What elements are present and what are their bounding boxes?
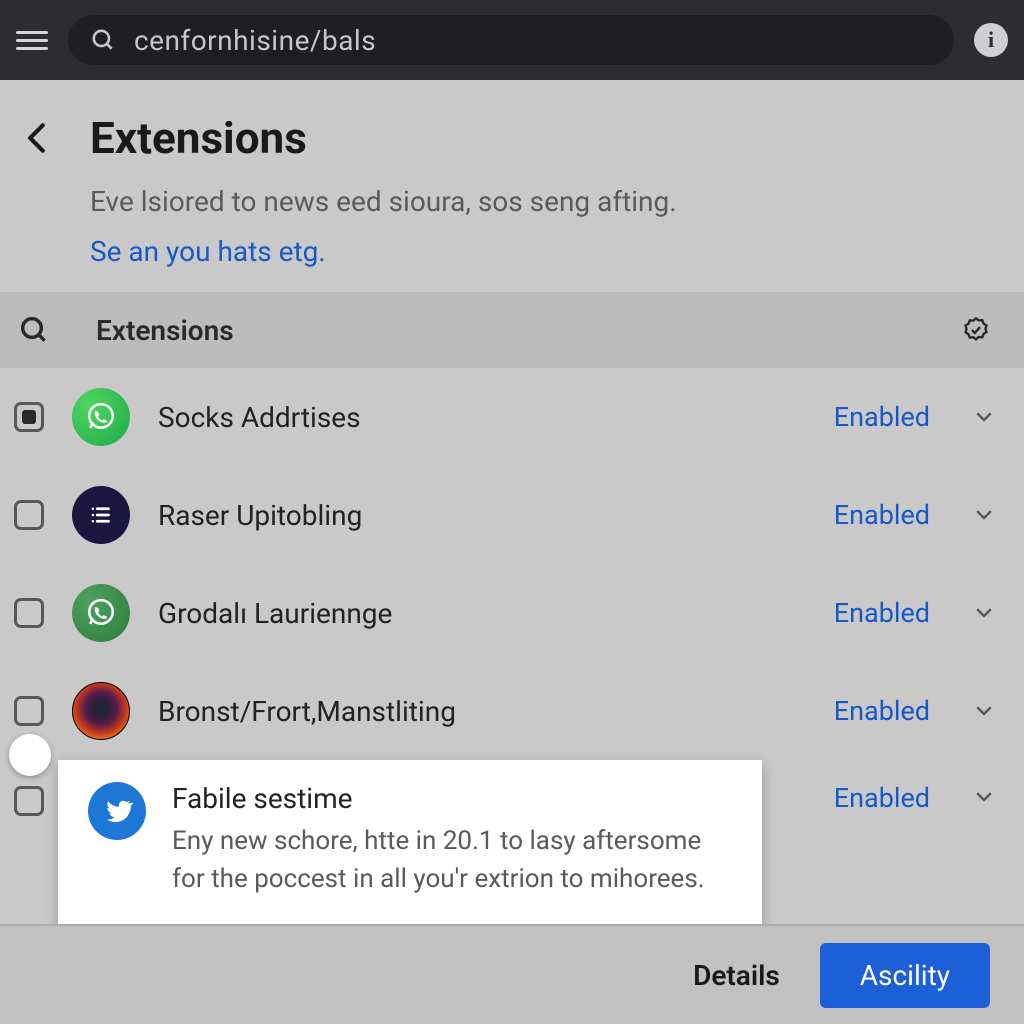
verified-icon[interactable]: [956, 316, 996, 344]
extension-detail-card: Fabile sestime Eny new schore, htte in 2…: [58, 760, 762, 928]
extension-name: Grodalı Lauriennge: [158, 597, 806, 630]
chevron-down-icon[interactable]: [972, 698, 996, 724]
list-icon: [72, 486, 130, 544]
list-header: Extensions: [0, 292, 1024, 368]
page-header: Extensions Eve lsiored to news eed siour…: [0, 80, 1024, 292]
twitter-icon: [88, 782, 146, 840]
checkbox[interactable]: [14, 786, 44, 816]
checkbox[interactable]: [14, 598, 44, 628]
checkbox[interactable]: [14, 402, 44, 432]
whatsapp-icon: [72, 388, 130, 446]
firefox-icon: [72, 682, 130, 740]
extension-name: Raser Upitobling: [158, 499, 806, 532]
checkbox[interactable]: [14, 500, 44, 530]
action-bar: Details Ascility: [0, 924, 1024, 1024]
extension-row-expanded: . Enabled Fabile sestime Eny new schore,…: [0, 760, 1024, 846]
checkbox[interactable]: [14, 696, 44, 726]
search-icon: [90, 27, 116, 53]
extension-row: Bronst/Frort,Manstliting Enabled: [0, 662, 1024, 760]
info-icon[interactable]: i: [974, 23, 1008, 57]
search-list-icon[interactable]: [14, 314, 54, 346]
whatsapp-icon: [72, 584, 130, 642]
extension-row: Socks Addrtises Enabled: [0, 368, 1024, 466]
chevron-down-icon[interactable]: [972, 502, 996, 528]
status-label[interactable]: Enabled: [834, 597, 930, 629]
extension-name: Socks Addrtises: [158, 401, 806, 434]
primary-action-button[interactable]: Ascility: [820, 943, 990, 1008]
extension-row: Grodalı Lauriennge Enabled: [0, 564, 1024, 662]
address-bar[interactable]: cenfornhisine/bals: [68, 15, 954, 65]
status-label[interactable]: Enabled: [834, 499, 930, 531]
chevron-down-icon[interactable]: [972, 404, 996, 430]
extension-row: Raser Upitobling Enabled: [0, 466, 1024, 564]
list-header-label: Extensions: [96, 314, 926, 347]
address-bar-text: cenfornhisine/bals: [134, 24, 376, 57]
status-label[interactable]: Enabled: [834, 782, 930, 814]
page-subtitle: Eve lsiored to news eed sioura, sos seng…: [90, 182, 934, 221]
extension-name: Fabile sestime: [172, 782, 732, 815]
extension-name: Bronst/Frort,Manstliting: [158, 695, 806, 728]
extension-description: Eny new schore, htte in 20.1 to lasy aft…: [172, 823, 732, 898]
page-title: Extensions: [90, 112, 307, 164]
status-label[interactable]: Enabled: [834, 695, 930, 727]
top-bar: cenfornhisine/bals i: [0, 0, 1024, 80]
status-label[interactable]: Enabled: [834, 401, 930, 433]
chevron-down-icon[interactable]: [972, 600, 996, 626]
chevron-down-icon[interactable]: [972, 784, 996, 810]
back-button[interactable]: [16, 116, 60, 160]
header-link[interactable]: Se an you hats etg.: [90, 235, 934, 268]
details-button[interactable]: Details: [681, 945, 792, 1006]
menu-icon[interactable]: [16, 24, 48, 56]
